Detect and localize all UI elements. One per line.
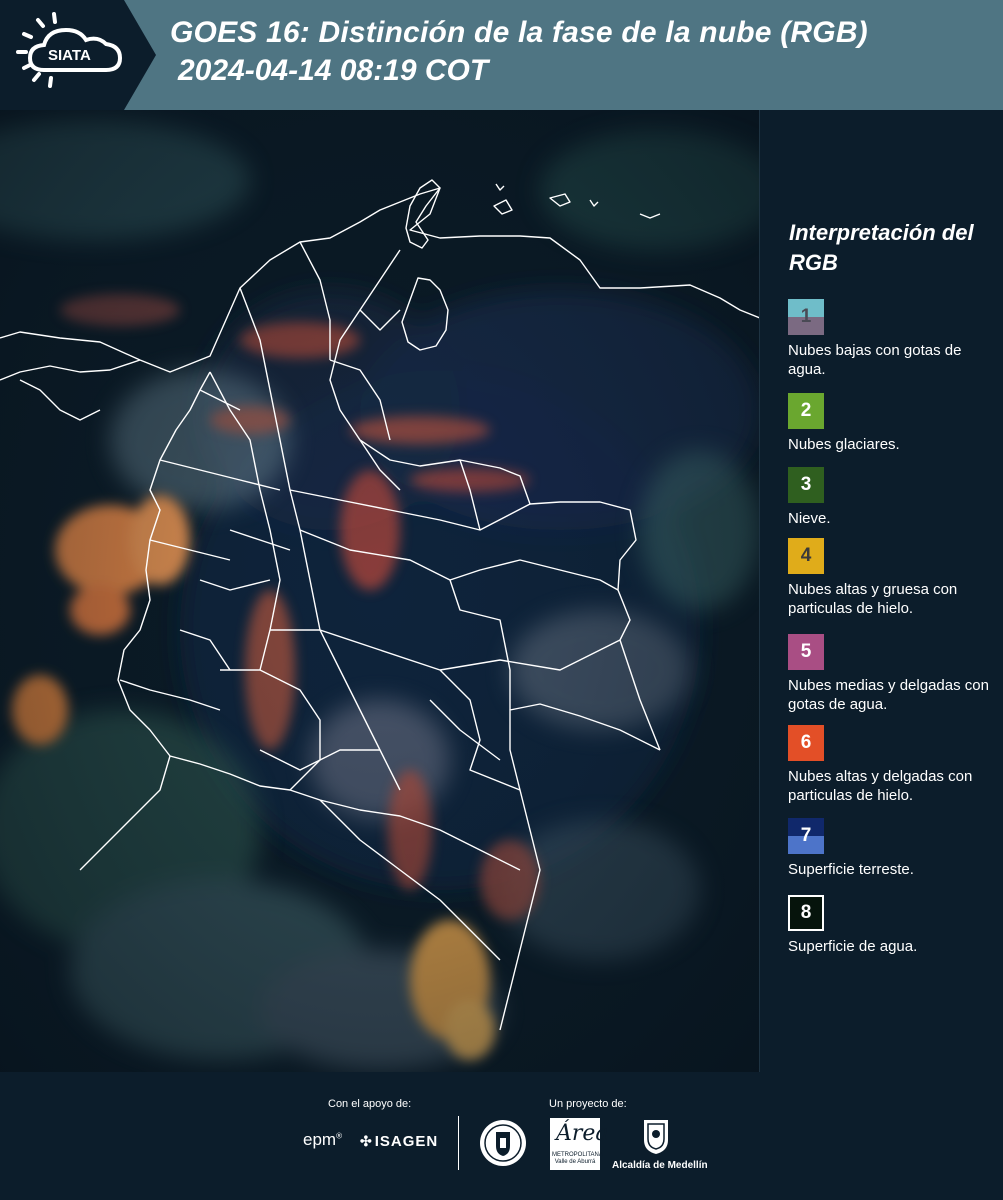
legend-label-7: Superficie terreste. bbox=[788, 861, 914, 878]
legend-item-4: 4 Nubes altas y gruesa con particulas de… bbox=[788, 538, 1003, 618]
epm-logo-text: epm bbox=[303, 1130, 337, 1149]
satellite-rgb-image bbox=[0, 110, 760, 1072]
legend-label-1: Nubes bajas con gotas de agua. bbox=[788, 342, 962, 378]
legend-item-2: 2 Nubes glaciares. bbox=[788, 393, 1003, 454]
legend-swatch-6: 6 bbox=[788, 725, 824, 761]
legend-label-6: Nubes altas y delgadas con particulas de… bbox=[788, 768, 973, 804]
legend-panel: Interpretación del RGB 1 Nubes bajas con… bbox=[760, 110, 1003, 1072]
legend-swatch-3: 3 bbox=[788, 467, 824, 503]
timestamp: 2024-04-14 08:19 COT bbox=[178, 54, 489, 87]
area-logo-text: METROPOLITANA Valle de Aburrá bbox=[552, 1152, 603, 1165]
legend-item-1: 1 Nubes bajas con gotas de agua. bbox=[788, 299, 1003, 379]
alcaldia-label: Alcaldía de Medellín bbox=[612, 1160, 708, 1171]
legend-number-2: 2 bbox=[800, 400, 812, 421]
legend-label-5: Nubes medias y delgadas con gotas de agu… bbox=[788, 677, 989, 713]
legend-item-3: 3 Nieve. bbox=[788, 467, 1003, 528]
siata-logo-text: SIATA bbox=[48, 47, 91, 64]
footer-divider bbox=[458, 1116, 459, 1170]
legend-item-6: 6 Nubes altas y delgadas con particulas … bbox=[788, 725, 1003, 805]
isagen-logo-text: ISAGEN bbox=[374, 1133, 439, 1150]
legend-item-8: 8 Superficie de agua. bbox=[788, 895, 1003, 956]
isagen-logo: ✣ ISAGEN bbox=[360, 1133, 438, 1150]
legend-number-4: 4 bbox=[800, 545, 812, 566]
legend-label-4: Nubes altas y gruesa con particulas de h… bbox=[788, 581, 958, 617]
epm-logo: epm® bbox=[303, 1130, 342, 1149]
satellite-image-svg bbox=[0, 110, 759, 1072]
legend-number-3: 3 bbox=[800, 474, 812, 495]
legend-number-7: 7 bbox=[800, 825, 812, 846]
area-metropolitana-logo: Área METROPOLITANA Valle de Aburrá bbox=[550, 1118, 609, 1170]
siata-logo: SIATA bbox=[0, 0, 156, 110]
legend-swatch-5: 5 bbox=[788, 634, 824, 670]
legend-swatch-7: 7 bbox=[788, 818, 824, 854]
footer: Con el apoyo de: Un proyecto de: epm® ✣ I… bbox=[0, 1072, 1003, 1200]
legend-label-2: Nubes glaciares. bbox=[788, 436, 900, 453]
area-logo-letters: Área bbox=[556, 1121, 609, 1146]
legend-swatch-4: 4 bbox=[788, 538, 824, 574]
legend-title: Interpretación del RGB bbox=[789, 220, 974, 275]
page-title: GOES 16: Distinción de la fase de la nub… bbox=[170, 16, 868, 49]
legend-swatch-8: 8 bbox=[788, 895, 824, 931]
legend-item-7: 7 Superficie terreste. bbox=[788, 818, 1003, 879]
medellin-seal-icon bbox=[480, 1120, 526, 1166]
project-label: Un proyecto de: bbox=[549, 1098, 627, 1110]
legend-number-5: 5 bbox=[800, 641, 812, 662]
support-label: Con el apoyo de: bbox=[328, 1098, 412, 1110]
legend-item-5: 5 Nubes medias y delgadas con gotas de a… bbox=[788, 634, 1003, 714]
legend-number-8: 8 bbox=[800, 902, 812, 923]
legend-swatch-1: 1 bbox=[788, 299, 824, 335]
legend-label-8: Superficie de agua. bbox=[788, 938, 918, 955]
isagen-mark-icon: ✣ bbox=[360, 1133, 373, 1149]
legend-number-1: 1 bbox=[800, 306, 812, 327]
legend-number-6: 6 bbox=[800, 732, 812, 753]
header-bar: SIATA GOES 16: Distinción de la fase de … bbox=[0, 0, 1003, 110]
legend-swatch-2: 2 bbox=[788, 393, 824, 429]
legend-label-3: Nieve. bbox=[788, 510, 831, 527]
alcaldia-shield-icon bbox=[644, 1120, 668, 1154]
